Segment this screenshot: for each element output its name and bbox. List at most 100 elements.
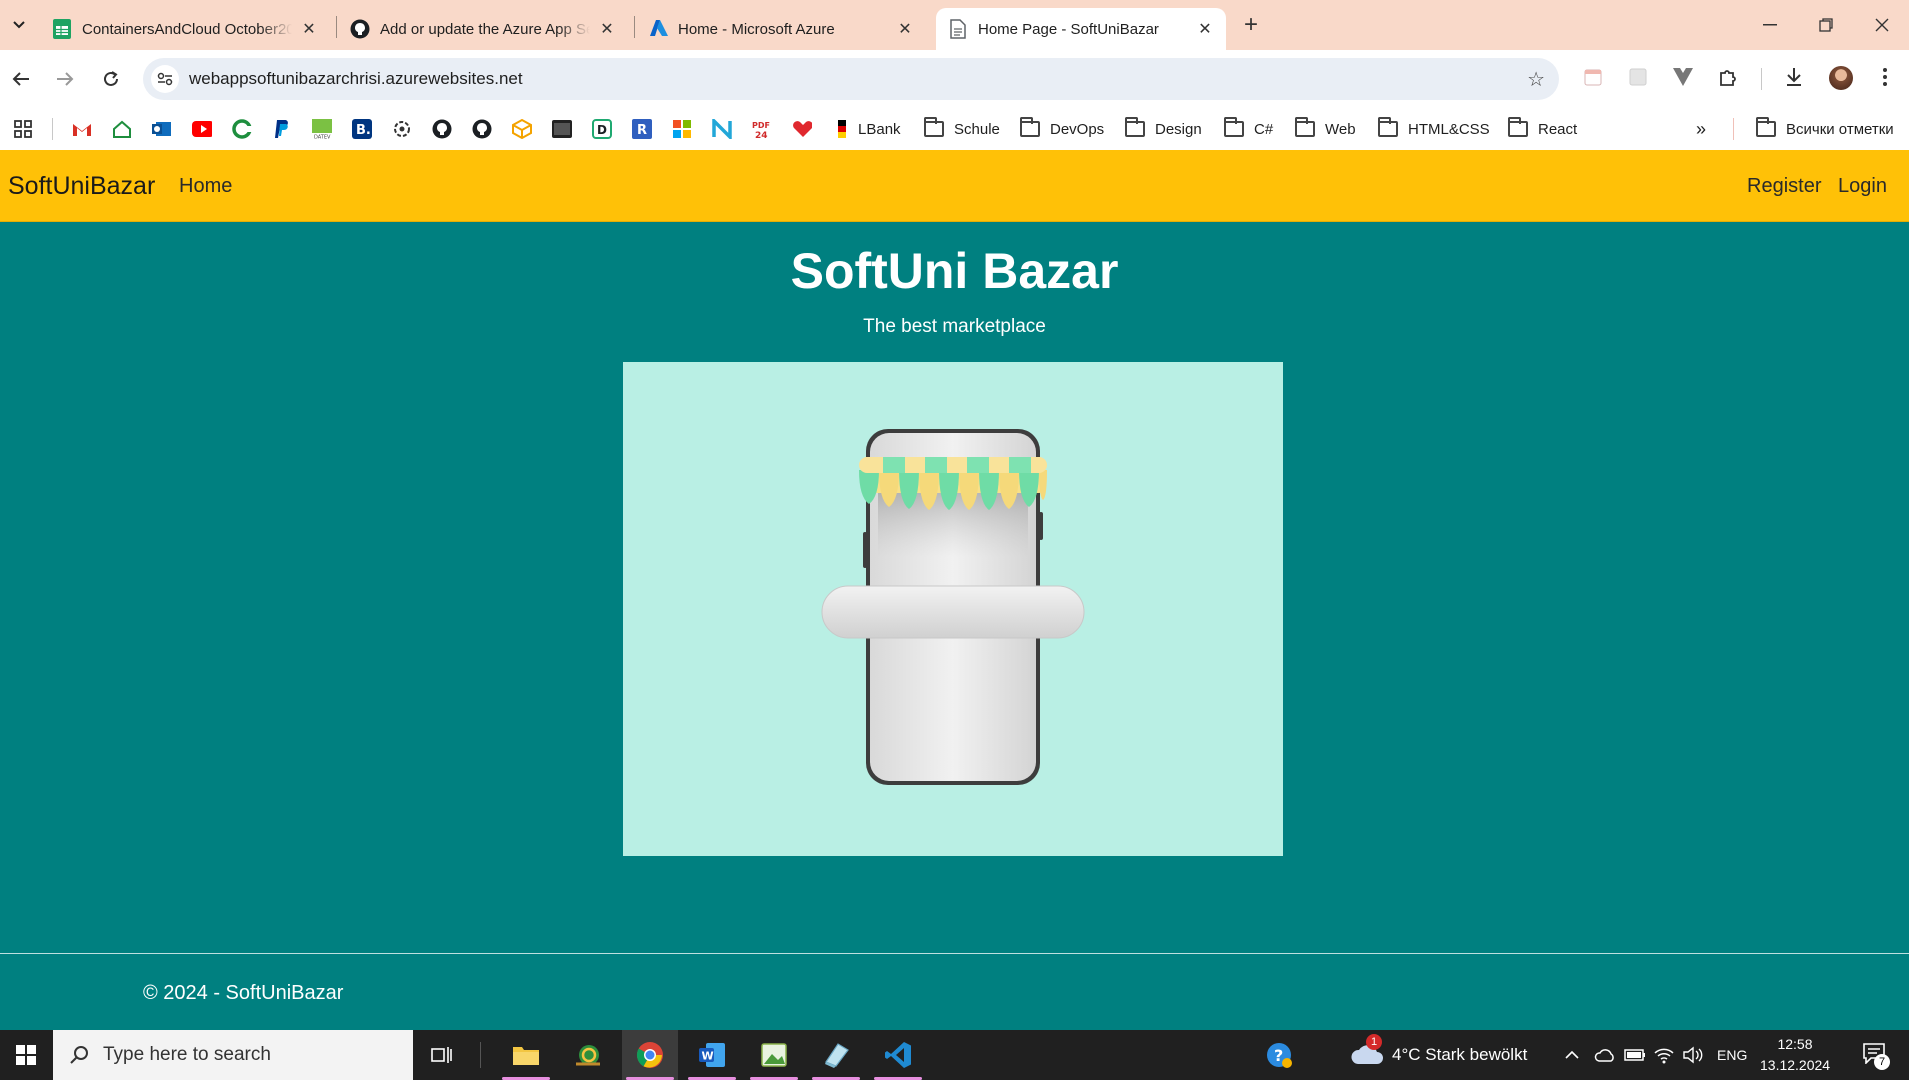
tab-softunibazar[interactable]: Home Page - SoftUniBazar ✕ — [936, 8, 1226, 50]
menu-kebab-icon[interactable] — [1874, 66, 1896, 88]
green-c-icon[interactable] — [232, 116, 252, 142]
download-icon[interactable] — [1783, 66, 1805, 88]
orange-box-icon[interactable] — [512, 116, 532, 142]
n-app-icon[interactable] — [712, 116, 732, 142]
tray-overflow-chevron-icon[interactable] — [1565, 1030, 1579, 1080]
d-app-icon[interactable]: D — [592, 116, 612, 142]
weather-widget[interactable]: 1 4°C Stark bewölkt — [1350, 1030, 1527, 1080]
notification-center-button[interactable]: 7 — [1862, 1030, 1890, 1080]
extension-icon[interactable] — [1627, 66, 1649, 88]
file-explorer-app[interactable] — [498, 1030, 554, 1080]
github-icon[interactable] — [432, 116, 452, 142]
notification-count: 7 — [1874, 1054, 1890, 1070]
tab-microsoft-azure[interactable]: Home - Microsoft Azure ✕ — [636, 8, 926, 50]
system-clock[interactable]: 12:58 13.12.2024 г. — [1760, 1034, 1830, 1080]
site-brand[interactable]: SoftUniBazar — [8, 172, 155, 201]
bookmark-label: Design — [1155, 120, 1202, 138]
google-sheets-icon — [52, 19, 72, 39]
onedrive-sync-icon[interactable] — [1594, 1030, 1616, 1080]
apps-grid-icon[interactable] — [14, 116, 32, 142]
paypal-icon[interactable] — [272, 116, 292, 142]
close-icon[interactable]: ✕ — [598, 20, 616, 38]
vue-devtools-icon[interactable] — [1672, 66, 1694, 88]
bookmark-folder-schule[interactable]: Schule — [924, 116, 1000, 142]
hero-subtitle: The best marketplace — [863, 316, 1046, 337]
tab-containersandcloud[interactable]: ContainersAndCloud October2024 ✕ — [40, 8, 330, 50]
task-view-icon — [431, 1047, 452, 1063]
tab-azure-app-service[interactable]: Add or update the Azure App Service ✕ — [338, 8, 628, 50]
home-bookmark-icon[interactable] — [112, 116, 132, 142]
forward-button[interactable] — [50, 64, 80, 94]
pdf24-icon[interactable]: PDF 24 — [752, 116, 772, 142]
bookmark-folder-react[interactable]: React — [1508, 116, 1577, 142]
help-tray-icon[interactable]: ? — [1265, 1030, 1293, 1080]
minimize-icon — [1763, 24, 1777, 26]
extensions-puzzle-icon[interactable] — [1717, 66, 1739, 88]
image-viewer-app[interactable] — [746, 1030, 802, 1080]
site-info-icon[interactable] — [151, 65, 179, 93]
bookmark-folder-html-css[interactable]: HTML&CSS — [1378, 116, 1490, 142]
github-icon[interactable] — [472, 116, 492, 142]
chatgpt-icon[interactable] — [392, 116, 412, 142]
start-button[interactable] — [0, 1030, 52, 1080]
close-icon[interactable]: ✕ — [300, 20, 318, 38]
input-language[interactable]: ENG — [1717, 1030, 1747, 1080]
terminal-icon[interactable] — [552, 116, 572, 142]
bookmark-star-icon[interactable]: ☆ — [1527, 67, 1545, 92]
bookmark-folder-web[interactable]: Web — [1295, 116, 1356, 142]
booking-icon[interactable]: B. — [352, 116, 372, 142]
help-icon: ? — [1267, 1043, 1292, 1068]
bookmarks-overflow-chevron-icon[interactable]: » — [1696, 116, 1706, 142]
youtube-icon[interactable] — [192, 116, 212, 142]
task-view-button[interactable] — [414, 1030, 470, 1080]
restore-icon — [1819, 18, 1833, 32]
tab-title: Home Page - SoftUniBazar — [978, 20, 1159, 38]
bookmark-label: Всички отметки — [1786, 120, 1894, 138]
vscode-icon — [885, 1042, 911, 1068]
close-icon[interactable]: ✕ — [1196, 20, 1214, 38]
nav-login-link[interactable]: Login — [1838, 175, 1887, 198]
vscode-app[interactable] — [870, 1030, 926, 1080]
tab-divider — [336, 16, 337, 38]
back-button[interactable] — [6, 64, 36, 94]
bookmark-folder-csharp[interactable]: C# — [1224, 116, 1273, 142]
tab-search-button[interactable] — [6, 12, 32, 38]
nav-home-link[interactable]: Home — [179, 175, 232, 198]
taskbar-search-box[interactable]: Type here to search — [53, 1030, 413, 1080]
close-window-button[interactable] — [1860, 10, 1904, 40]
bookmark-lbank[interactable]: LBank — [832, 116, 901, 142]
bookmark-folder-all-bookmarks[interactable]: Всички отметки — [1756, 116, 1894, 142]
bookmark-folder-devops[interactable]: DevOps — [1020, 116, 1104, 142]
folder-icon — [1224, 117, 1244, 137]
word-icon: W — [699, 1043, 725, 1067]
nav-register-link[interactable]: Register — [1747, 175, 1821, 198]
new-tab-button[interactable]: + — [1238, 11, 1264, 38]
profile-avatar[interactable] — [1829, 66, 1853, 90]
datev-icon[interactable]: DATEV — [312, 116, 332, 142]
outlook-icon[interactable] — [152, 116, 172, 142]
microsoft-icon[interactable] — [672, 116, 692, 142]
bookmark-folder-design[interactable]: Design — [1125, 116, 1202, 142]
address-bar[interactable]: webappsoftunibazarchrisi.azurewebsites.n… — [143, 58, 1559, 100]
folder-icon — [1125, 117, 1145, 137]
minimize-button[interactable] — [1748, 10, 1792, 40]
heart-icon[interactable] — [792, 116, 812, 142]
chrome-app[interactable] — [622, 1030, 678, 1080]
restore-button[interactable] — [1804, 10, 1848, 40]
close-icon[interactable]: ✕ — [896, 20, 914, 38]
gmail-icon[interactable] — [72, 116, 92, 142]
wifi-icon[interactable] — [1654, 1030, 1674, 1080]
folder-icon — [1756, 117, 1776, 137]
r-app-icon[interactable]: R — [632, 116, 652, 142]
folder-icon — [513, 1047, 539, 1065]
url-text[interactable]: webappsoftunibazarchrisi.azurewebsites.n… — [189, 69, 523, 89]
battery-icon[interactable] — [1624, 1030, 1646, 1080]
calendar-extension-icon[interactable] — [1582, 66, 1604, 88]
reload-button[interactable] — [96, 64, 126, 94]
volume-icon[interactable] — [1683, 1030, 1703, 1080]
toolbar-divider — [1761, 68, 1762, 90]
word-app[interactable]: W — [684, 1030, 740, 1080]
snail-app[interactable] — [560, 1030, 616, 1080]
notepad-app[interactable] — [808, 1030, 864, 1080]
bookmark-label: C# — [1254, 120, 1274, 138]
